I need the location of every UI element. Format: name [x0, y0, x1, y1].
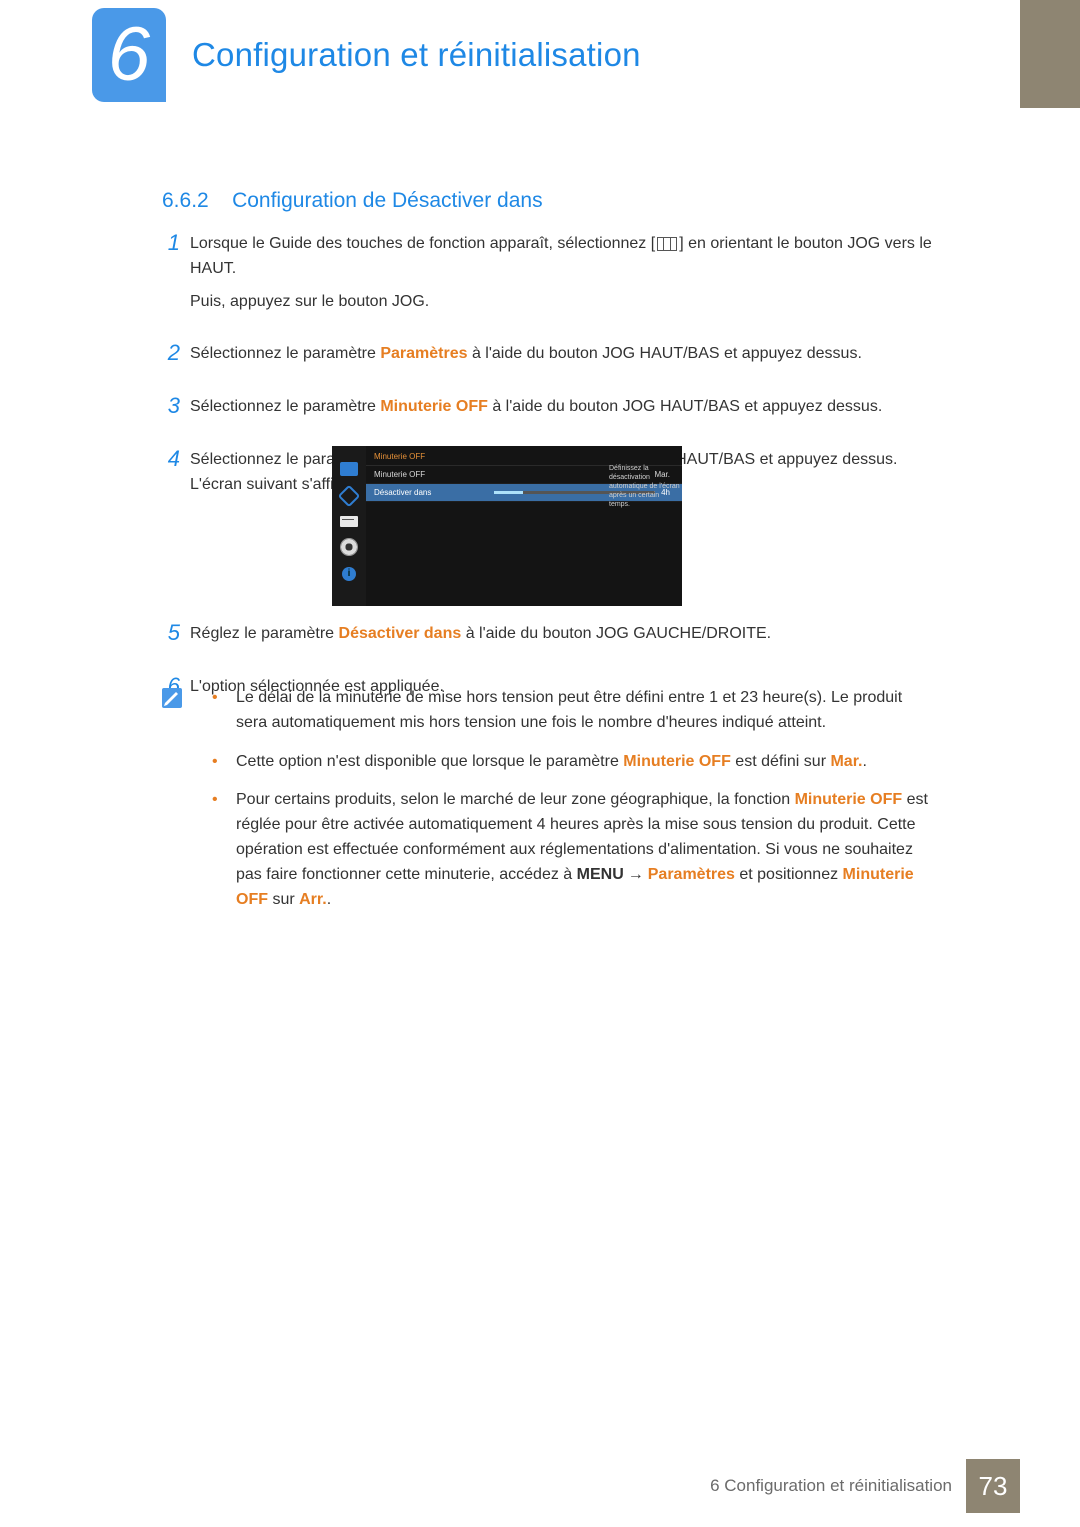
emphasis-text: Paramètres: [648, 866, 735, 883]
step-number: 5: [162, 622, 190, 644]
note-item: Cette option n'est disponible que lorsqu…: [226, 750, 932, 775]
step-body: Lorsque le Guide des touches de fonction…: [190, 232, 932, 322]
osd-sidebar: i: [332, 446, 366, 606]
note-block: Le délai de la minuterie de mise hors te…: [162, 686, 932, 926]
step-number: 2: [162, 342, 190, 364]
step-body: Réglez le paramètre Désactiver dans à l'…: [190, 622, 932, 655]
step-body: Sélectionnez le paramètre Minuterie OFF …: [190, 395, 932, 428]
note-item: Le délai de la minuterie de mise hors te…: [226, 686, 932, 736]
emphasis-text: Minuterie OFF: [380, 398, 488, 415]
step-body: Sélectionnez le paramètre Paramètres à l…: [190, 342, 932, 375]
bold-text: MENU: [577, 866, 624, 883]
step-row: 1Lorsque le Guide des touches de fonctio…: [162, 232, 932, 322]
section-title: Configuration de Désactiver dans: [232, 189, 543, 212]
menu-icon: [657, 237, 677, 251]
page-footer: 6 Configuration et réinitialisation 73: [0, 1459, 1080, 1513]
chapter-title: Configuration et réinitialisation: [192, 36, 641, 74]
note-item: Pour certains produits, selon le marché …: [226, 788, 932, 912]
section-number: 6.6.2: [162, 189, 209, 212]
footer-text: 6 Configuration et réinitialisation: [710, 1476, 952, 1496]
info-icon: i: [342, 567, 356, 581]
osd-row-label: Désactiver dans: [374, 488, 494, 497]
section-heading: 6.6.2 Configuration de Désactiver dans: [162, 189, 543, 213]
arrow-icon: →: [628, 863, 644, 888]
step-row: 2Sélectionnez le paramètre Paramètres à …: [162, 342, 932, 375]
step-number: 1: [162, 232, 190, 254]
monitor-icon: [340, 462, 358, 476]
osd-row-label: Minuterie OFF: [374, 470, 494, 479]
note-icon: [162, 688, 182, 708]
osd-helper-text: Définissez la désactivation automatique …: [609, 464, 681, 509]
target-icon: [338, 485, 361, 508]
step-number: 3: [162, 395, 190, 417]
emphasis-text: Désactiver dans: [339, 625, 462, 642]
chapter-badge: 6: [92, 8, 166, 102]
emphasis-text: Minuterie OFF: [236, 866, 914, 908]
page-number: 73: [966, 1459, 1020, 1513]
card-icon: [340, 516, 358, 527]
header-accent-bar: [1020, 0, 1080, 108]
page-header: 6 Configuration et réinitialisation: [92, 8, 1020, 108]
emphasis-text: Arr.: [299, 891, 327, 908]
step-number: 4: [162, 448, 190, 470]
osd-figure: i Minuterie OFF Minuterie OFFMar.Désacti…: [332, 446, 682, 606]
step-row: 3Sélectionnez le paramètre Minuterie OFF…: [162, 395, 932, 428]
step-row: 5Réglez le paramètre Désactiver dans à l…: [162, 622, 932, 655]
emphasis-text: Paramètres: [380, 345, 467, 362]
emphasis-text: Mar.: [830, 753, 862, 770]
gear-icon: [341, 539, 357, 555]
note-list: Le délai de la minuterie de mise hors te…: [206, 686, 932, 926]
osd-title: Minuterie OFF: [366, 446, 682, 466]
emphasis-text: Minuterie OFF: [795, 791, 903, 808]
chapter-number: 6: [108, 17, 150, 93]
emphasis-text: Minuterie OFF: [623, 753, 731, 770]
